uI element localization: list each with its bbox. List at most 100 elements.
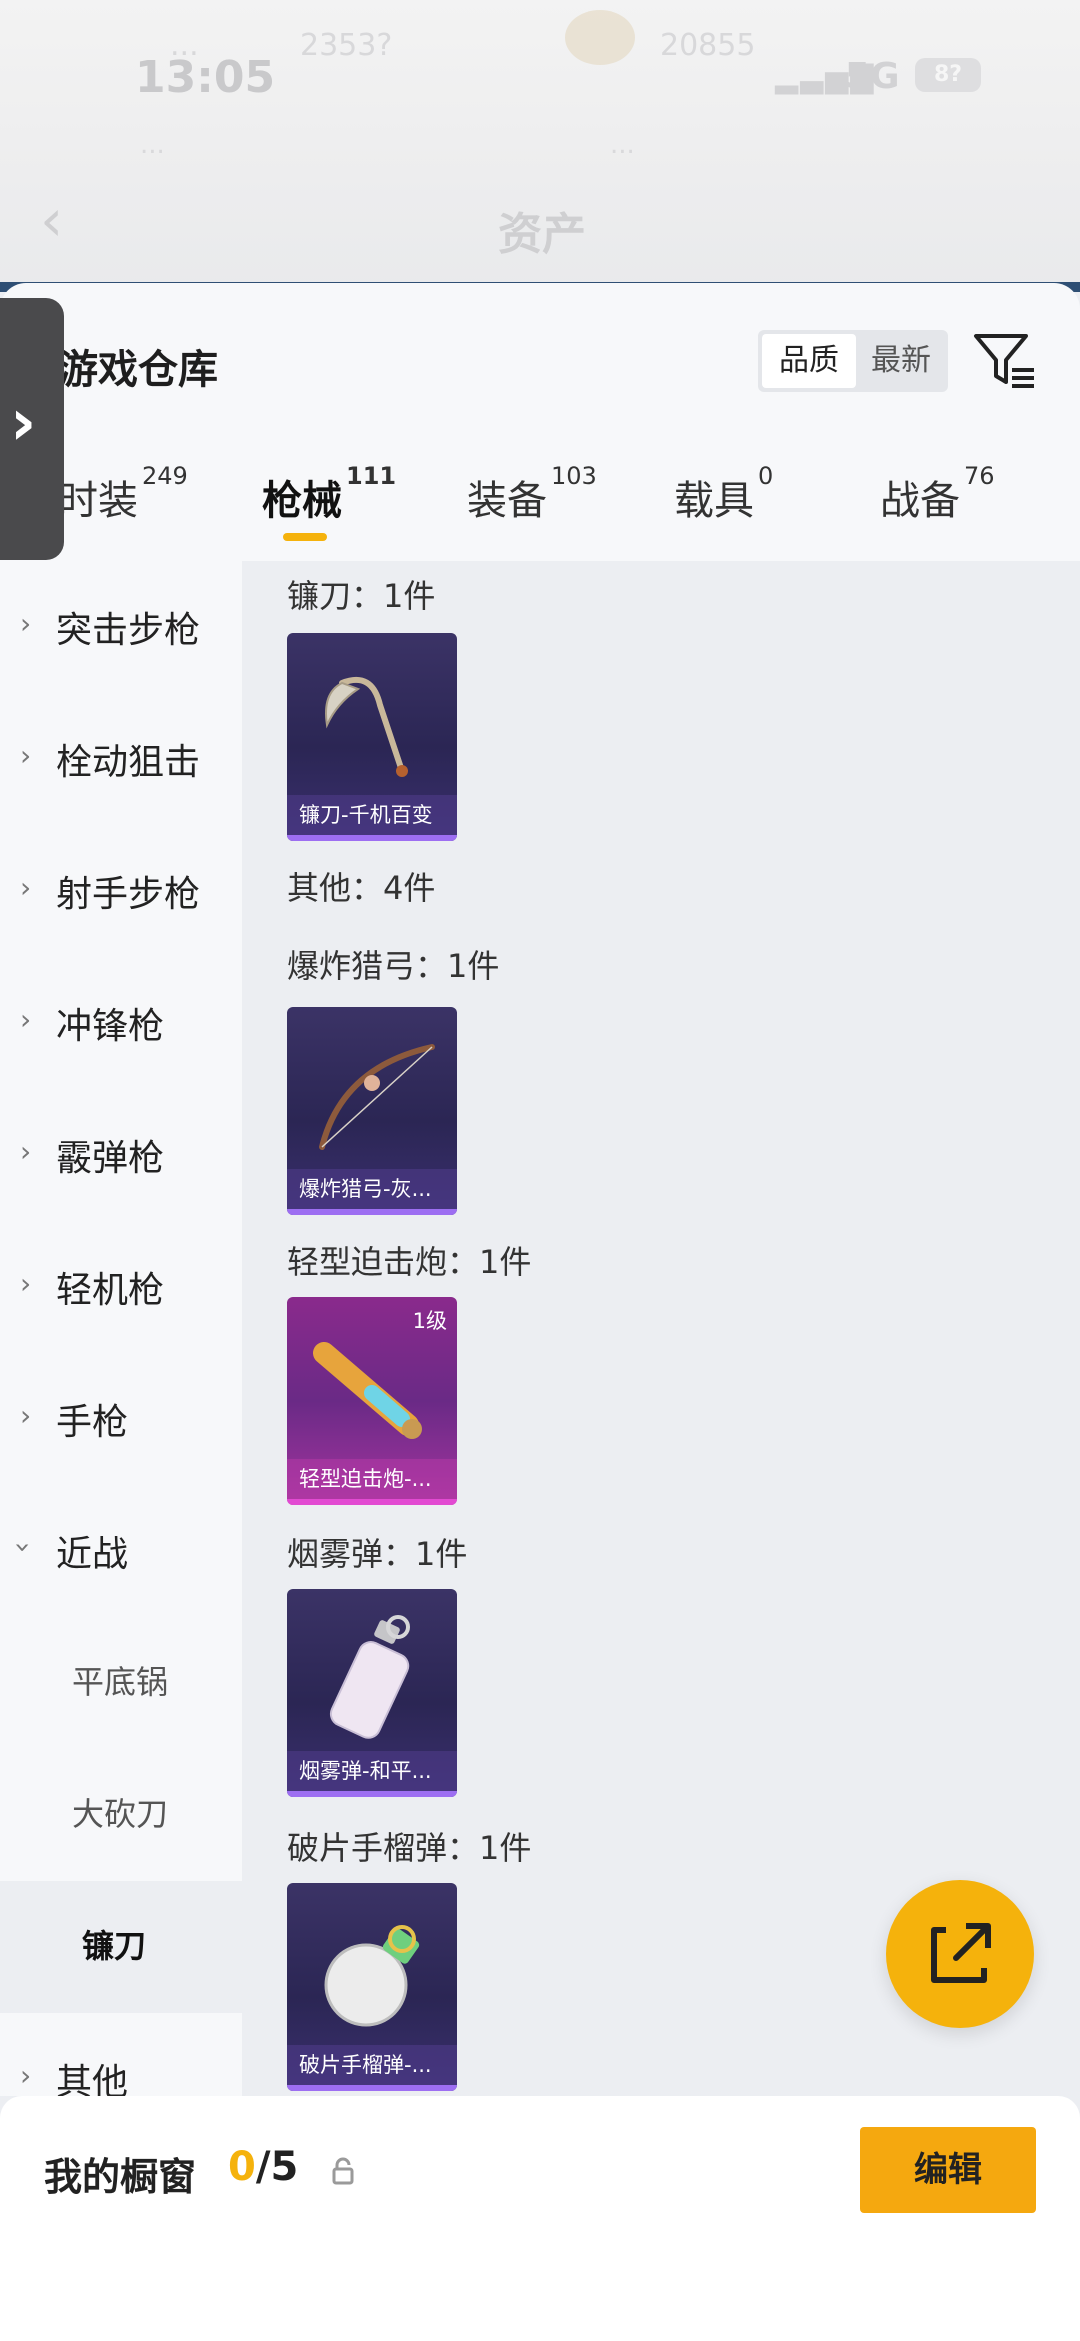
- filter-icon[interactable]: [970, 328, 1040, 394]
- scythe-icon: [325, 676, 408, 777]
- category-label: 近战: [56, 1534, 129, 1575]
- tab-label: 载具: [674, 478, 754, 524]
- section-title: 游戏仓库: [58, 347, 218, 393]
- group-label: 破片手榴弹：1件: [287, 1829, 532, 1867]
- avatar: [565, 10, 635, 65]
- group-label: 其他：4件: [287, 869, 436, 907]
- chevron-right-icon: ›: [20, 607, 32, 640]
- item-name: 爆炸猎弓-灰...: [287, 1169, 457, 1209]
- group-label: 镰刀：1件: [287, 577, 436, 615]
- rarity-bar: [287, 1209, 457, 1215]
- tab-count: 0: [758, 462, 774, 490]
- item-card[interactable]: 破片手榴弹-...: [287, 1883, 457, 2091]
- showcase-used: 0: [228, 2144, 256, 2190]
- chevron-right-icon: ›: [10, 386, 37, 460]
- item-name: 镰刀-千机百变: [287, 795, 457, 835]
- tab-vehicles[interactable]: 载具0: [674, 462, 773, 526]
- chevron-right-icon: ›: [20, 1003, 32, 1036]
- item-card[interactable]: 烟雾弹-和平...: [287, 1589, 457, 1797]
- lock-icon: [330, 2156, 356, 2186]
- tab-supplies[interactable]: 战备76: [880, 462, 995, 526]
- tab-count: 249: [142, 462, 188, 490]
- category-label: 轻机枪: [56, 1270, 165, 1311]
- subcategory-item-selected[interactable]: 镰刀: [0, 1881, 242, 2013]
- chevron-right-icon: ›: [20, 2059, 32, 2092]
- item-name: 轻型迫击炮-...: [287, 1459, 457, 1499]
- chevron-right-icon: ›: [20, 871, 32, 904]
- page-title: 资产: [498, 209, 586, 260]
- item-grid: 镰刀：1件 镰刀-千机百变 其他：4件 爆炸猎弓：1件 爆炸猎弓-灰... 轻型…: [242, 561, 1080, 2096]
- item-card[interactable]: 镰刀-千机百变: [287, 633, 457, 841]
- category-label: 手枪: [56, 1402, 129, 1443]
- item-card[interactable]: 爆炸猎弓-灰...: [287, 1007, 457, 1215]
- sort-newest-button[interactable]: 最新: [856, 334, 946, 388]
- category-label: 霰弹枪: [56, 1138, 165, 1179]
- group-label: 爆炸猎弓：1件: [287, 947, 500, 985]
- header-subtext: ...: [610, 130, 635, 160]
- chevron-right-icon: ›: [20, 1399, 32, 1432]
- tab-equipment[interactable]: 装备103: [467, 462, 597, 526]
- rarity-bar: [287, 1791, 457, 1797]
- category-item[interactable]: › 霰弹枪: [0, 1089, 242, 1221]
- tab-count: 76: [964, 462, 995, 490]
- status-text: 20855: [660, 28, 756, 63]
- tab-label: 时装: [58, 478, 138, 524]
- side-drawer-handle[interactable]: ›: [0, 298, 64, 560]
- chevron-right-icon: ›: [20, 1267, 32, 1300]
- tab-active-indicator: [283, 533, 327, 541]
- tab-label: 枪械: [262, 478, 342, 524]
- rarity-bar: [287, 2085, 457, 2091]
- subcategory-item[interactable]: 大砍刀: [0, 1749, 242, 1881]
- category-item-melee[interactable]: › 近战: [0, 1485, 242, 1617]
- group-label: 烟雾弹：1件: [287, 1535, 468, 1573]
- category-list: › 突击步枪 › 栓动狙击 › 射手步枪 › 冲锋枪 › 霰弹枪 › 轻机枪 › 手枪 › 近战…: [0, 561, 242, 2103]
- category-item[interactable]: › 手枪: [0, 1353, 242, 1485]
- share-button[interactable]: [886, 1880, 1034, 2028]
- subcategory-label: 大砍刀: [72, 1795, 169, 1833]
- status-text: 2353?: [300, 28, 393, 63]
- status-time: 13:05: [135, 52, 276, 103]
- tab-fashion[interactable]: 时装249: [58, 462, 188, 526]
- tab-label: 战备: [880, 478, 960, 524]
- header-subtext: ...: [140, 130, 165, 160]
- frag-grenade-icon: [324, 1925, 420, 2027]
- category-label: 射手步枪: [56, 874, 201, 915]
- subcategory-item[interactable]: 平底锅: [0, 1617, 242, 1749]
- item-name: 破片手榴弹-...: [287, 2045, 457, 2085]
- edit-button[interactable]: 编辑: [860, 2127, 1036, 2213]
- category-label: 栓动狙击: [56, 742, 201, 783]
- subcategory-label: 平底锅: [72, 1663, 169, 1701]
- chevron-down-icon: ›: [7, 1541, 41, 1554]
- network-type: 5G: [845, 56, 900, 97]
- category-label: 突击步枪: [56, 610, 201, 651]
- share-icon: [931, 1923, 991, 1983]
- rarity-bar: [287, 835, 457, 841]
- item-name: 烟雾弹-和平...: [287, 1751, 457, 1791]
- rarity-bar: [287, 1499, 457, 1505]
- top-header: ... 2353? 20855 13:05 ▂▃▅▇ 5G 8? ... ...…: [0, 0, 1080, 290]
- subcategory-label: 镰刀: [82, 1927, 147, 1965]
- group-label: 轻型迫击炮：1件: [287, 1243, 532, 1281]
- chevron-right-icon: ›: [20, 1135, 32, 1168]
- back-chevron-icon[interactable]: ‹: [40, 190, 90, 250]
- category-item[interactable]: › 冲锋枪: [0, 957, 242, 1089]
- tab-count: 103: [551, 462, 597, 490]
- battery-icon: 8?: [915, 58, 981, 92]
- tab-count: 111: [346, 462, 397, 490]
- tab-firearms[interactable]: 枪械111: [262, 462, 396, 526]
- showcase-label: 我的橱窗: [44, 2155, 197, 2199]
- category-item[interactable]: › 轻机枪: [0, 1221, 242, 1353]
- tab-label: 装备: [467, 478, 547, 524]
- smoke-grenade-icon: [329, 1615, 410, 1739]
- chevron-right-icon: ›: [20, 739, 32, 772]
- showcase-count: 0/5: [228, 2144, 298, 2190]
- category-label: 冲锋枪: [56, 1006, 165, 1047]
- item-card[interactable]: 1级 轻型迫击炮-...: [287, 1297, 457, 1505]
- sort-quality-button[interactable]: 品质: [762, 334, 856, 388]
- category-item[interactable]: › 射手步枪: [0, 825, 242, 957]
- showcase-total: /5: [255, 2144, 299, 2190]
- mortar-icon: [313, 1342, 422, 1439]
- category-item[interactable]: › 突击步枪: [0, 561, 242, 693]
- category-item[interactable]: › 栓动狙击: [0, 693, 242, 825]
- bow-icon: [319, 1044, 435, 1150]
